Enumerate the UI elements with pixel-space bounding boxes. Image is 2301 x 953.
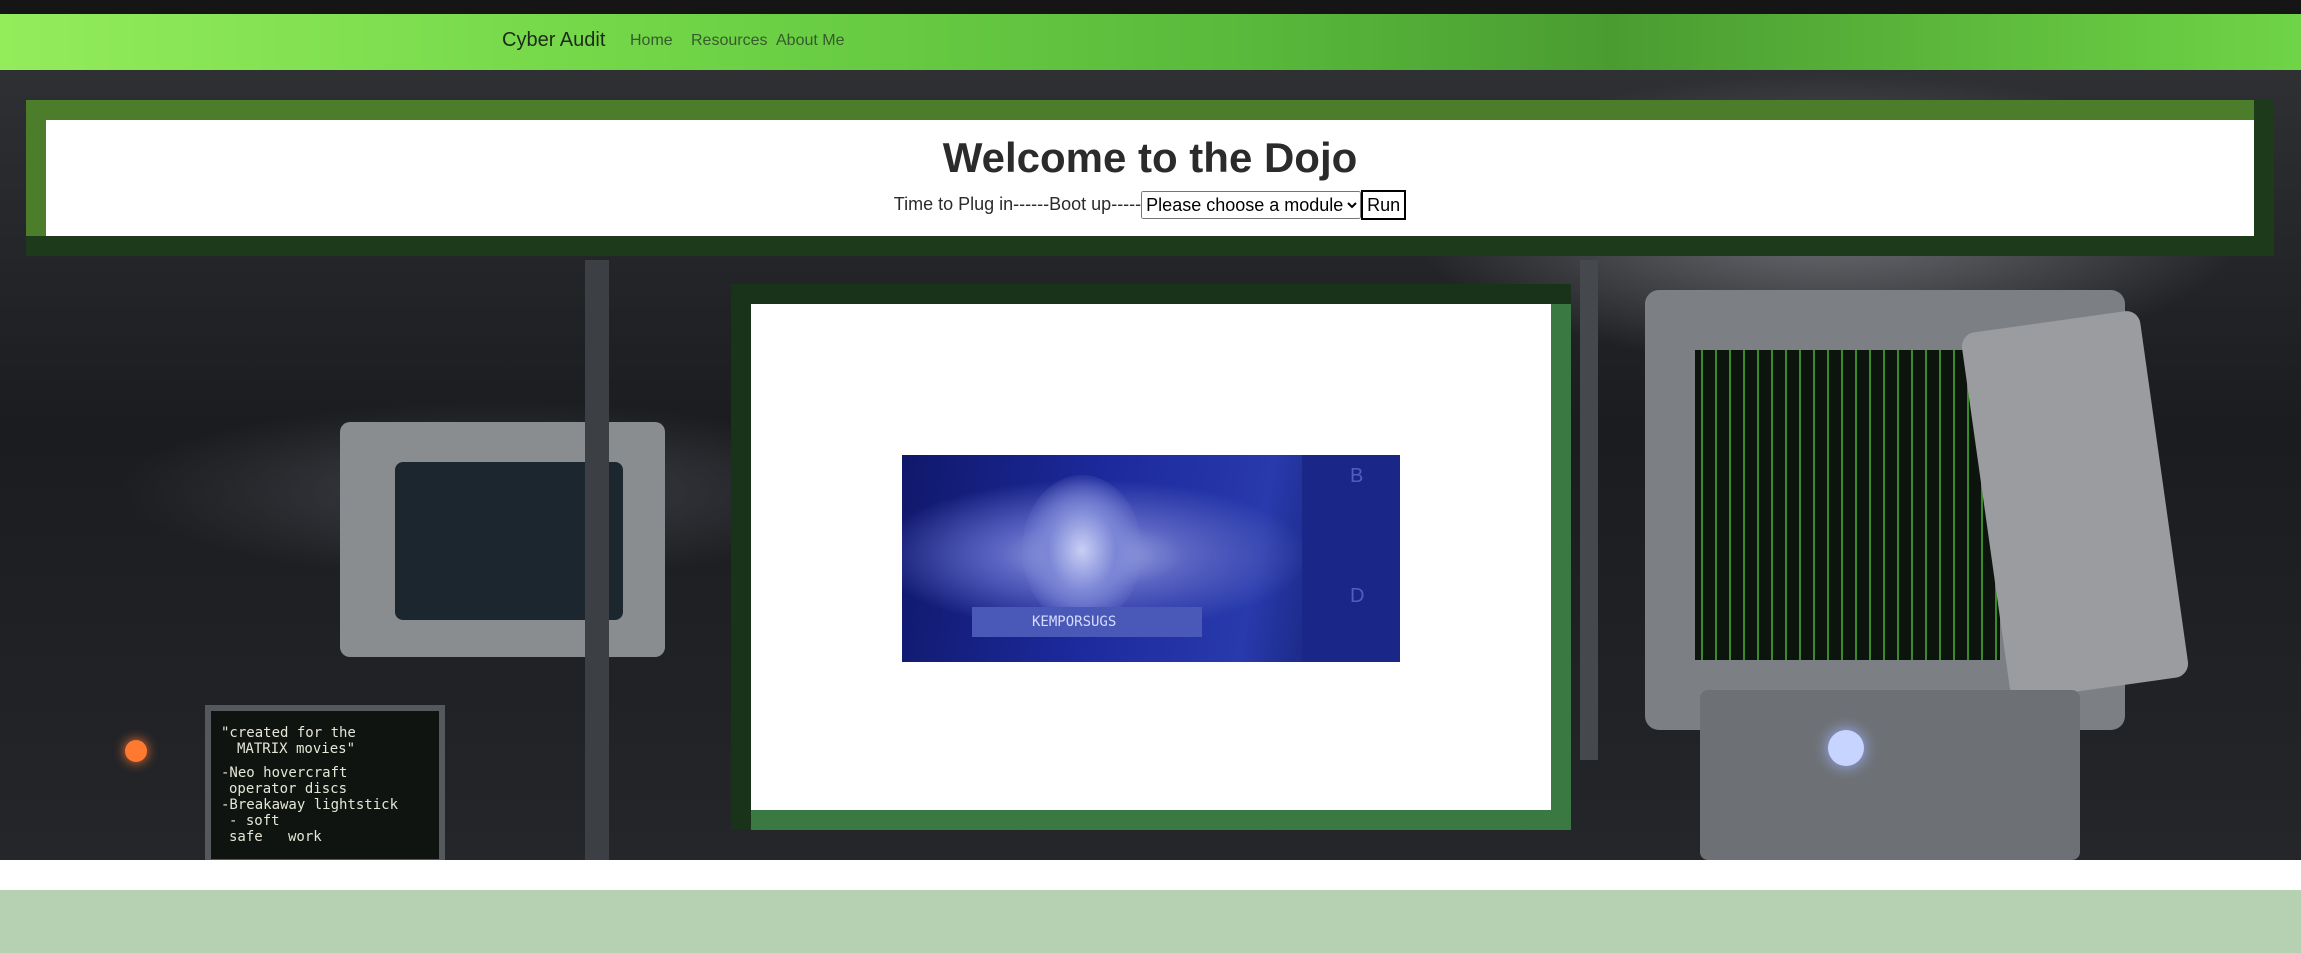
- sign-line-7: safe work: [229, 829, 322, 845]
- module-select[interactable]: Please choose a module: [1141, 191, 1362, 219]
- bg-light: [1828, 730, 1864, 766]
- bg-bottom-right-monitor: [1700, 690, 2080, 860]
- run-button[interactable]: Run: [1361, 190, 1407, 220]
- bg-right-monitor-screen: [1695, 350, 2000, 660]
- footer: [0, 890, 2301, 953]
- welcome-panel: Welcome to the Dojo Time to Plug in-----…: [26, 100, 2274, 256]
- image-panel: B D KEMPORSUGS: [731, 284, 1571, 830]
- page-title: Welcome to the Dojo: [942, 134, 1358, 181]
- image-caption-text: KEMPORSUGS: [1032, 614, 1117, 630]
- sign-line-5: -Breakaway lightstick: [221, 797, 399, 813]
- image-caption-bar: KEMPORSUGS: [972, 607, 1202, 637]
- bg-lamp: [125, 740, 147, 762]
- nav-link-home[interactable]: Home: [630, 32, 673, 50]
- image-letter-d: D: [1350, 585, 1365, 607]
- sign-line-1: "created for the: [221, 725, 356, 741]
- image-letter-b: B: [1350, 465, 1364, 487]
- top-strip: [0, 0, 2301, 14]
- sign-line-3: -Neo hovercraft: [221, 765, 348, 781]
- brand-link[interactable]: Cyber Audit: [502, 29, 605, 52]
- image-face-highlight: [1022, 475, 1142, 625]
- matrix-neo-image: B D KEMPORSUGS: [902, 455, 1400, 662]
- welcome-panel-inner: Welcome to the Dojo Time to Plug in-----…: [46, 120, 2254, 236]
- boot-prompt-text: Time to Plug in------Boot up-----: [893, 193, 1142, 214]
- image-panel-inner: B D KEMPORSUGS: [751, 304, 1551, 810]
- nav-link-about-me[interactable]: About Me: [776, 32, 844, 50]
- sign-line-4: operator discs: [229, 781, 348, 797]
- sign-line-2: MATRIX movies": [237, 741, 356, 757]
- bg-cable: [585, 260, 609, 860]
- bg-cable: [1580, 260, 1598, 760]
- navbar: Cyber Audit Home Resources About Me: [0, 14, 2301, 70]
- module-controls: Time to Plug in------Boot up----- Please…: [46, 190, 2254, 220]
- bg-sign: "created for the MATRIX movies" -Neo hov…: [205, 705, 445, 860]
- nav-link-resources[interactable]: Resources: [691, 32, 767, 50]
- sign-line-6: - soft: [229, 813, 280, 829]
